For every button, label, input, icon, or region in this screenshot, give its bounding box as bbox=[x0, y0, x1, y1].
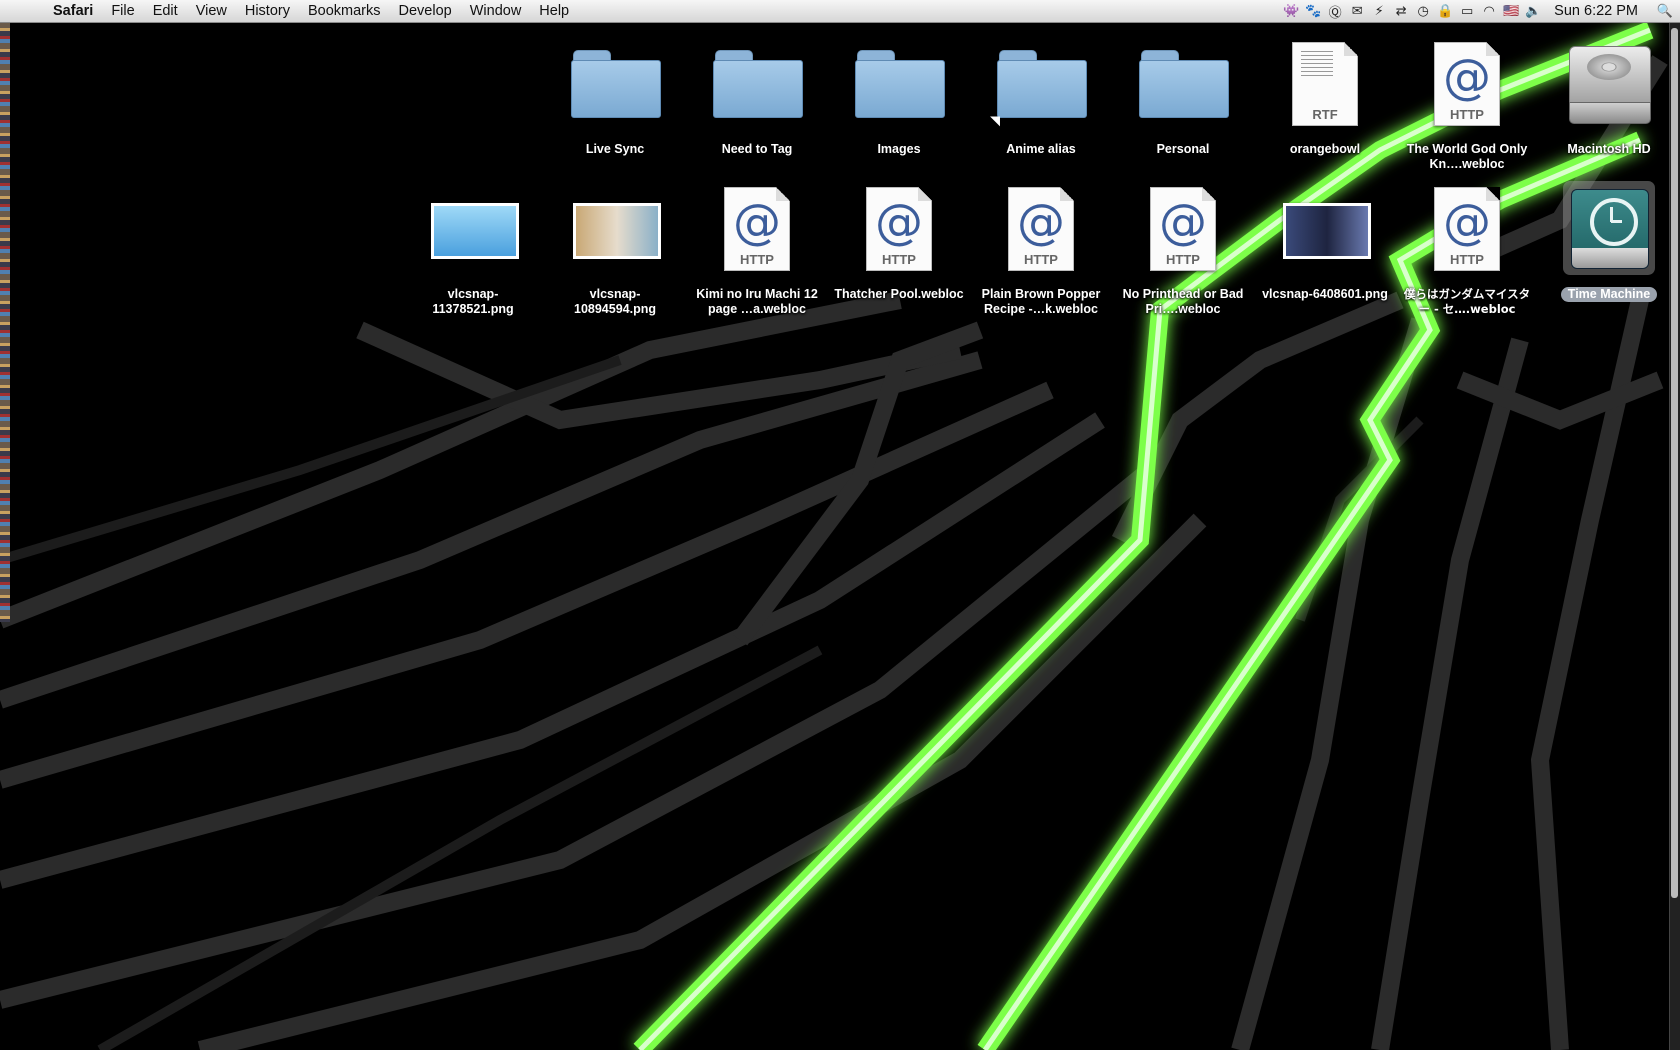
hard-disk-icon bbox=[1569, 46, 1651, 124]
webloc-icon: @ HTTP bbox=[866, 187, 932, 271]
item-label: Thatcher Pool.webloc bbox=[834, 287, 964, 301]
webloc-icon: @ HTTP bbox=[1008, 187, 1074, 271]
desktop-item-personal[interactable]: Personal bbox=[1118, 40, 1248, 157]
desktop-item-popper-recipe-webloc[interactable]: @ HTTP Plain Brown Popper Recipe -…k.webl… bbox=[976, 185, 1106, 317]
menu-view[interactable]: View bbox=[187, 0, 236, 22]
item-label: Time Machine bbox=[1560, 287, 1658, 302]
menu-app-safari[interactable]: Safari bbox=[44, 0, 102, 22]
scrollbar-thumb[interactable] bbox=[1671, 28, 1678, 898]
item-label: orangebowl bbox=[1289, 142, 1361, 156]
image-thumbnail-icon bbox=[431, 203, 519, 259]
desktop-item-images[interactable]: Images bbox=[834, 40, 964, 157]
dock[interactable] bbox=[0, 22, 10, 622]
menu-develop[interactable]: Develop bbox=[390, 0, 461, 22]
volume-icon[interactable]: 🔈 bbox=[1522, 0, 1544, 22]
vertical-scrollbar[interactable] bbox=[1669, 22, 1680, 1050]
menu-window[interactable]: Window bbox=[461, 0, 531, 22]
dropbox-icon[interactable]: ⚡ bbox=[1368, 0, 1390, 22]
folder-icon bbox=[713, 50, 803, 118]
mail-icon[interactable]: ✉ bbox=[1346, 0, 1368, 22]
item-label: vlcsnap-10894594.png bbox=[574, 287, 656, 316]
desktop-item-time-machine[interactable]: Time Machine bbox=[1544, 181, 1674, 303]
alien-icon[interactable]: 👾 bbox=[1280, 0, 1302, 22]
desktop-item-thatcher-pool-webloc[interactable]: @ HTTP Thatcher Pool.webloc bbox=[834, 185, 964, 302]
item-label: vlcsnap-11378521.png bbox=[432, 287, 514, 316]
item-label: No Printhead or Bad Pri….webloc bbox=[1122, 287, 1244, 316]
menu-history[interactable]: History bbox=[236, 0, 299, 22]
desktop-item-printhead-webloc[interactable]: @ HTTP No Printhead or Bad Pri….webloc bbox=[1118, 185, 1248, 317]
webloc-icon: @ HTTP bbox=[1434, 42, 1500, 126]
growl-icon[interactable]: 🐾 bbox=[1302, 0, 1324, 22]
item-label: Anime alias bbox=[1006, 142, 1076, 156]
quicksilver-icon[interactable]: Ⓠ bbox=[1324, 0, 1346, 22]
status-area: 👾 🐾 Ⓠ ✉ ⚡ ⇄ ◷ 🔒 ▭ ◠ 🇺🇸 🔈 Sun 6:22 PM 🔍 bbox=[1280, 0, 1680, 22]
item-label: Plain Brown Popper Recipe -…k.webloc bbox=[981, 287, 1101, 316]
desktop-item-vlcsnap-11378521[interactable]: vlcsnap-11378521.png bbox=[408, 185, 538, 317]
wifi-icon[interactable]: ◠ bbox=[1478, 0, 1500, 22]
item-label: Need to Tag bbox=[721, 142, 793, 156]
folder-alias-icon bbox=[997, 50, 1087, 118]
item-label: Macintosh HD bbox=[1567, 142, 1651, 156]
webloc-icon: @ HTTP bbox=[1434, 187, 1500, 271]
item-label: vlcsnap-6408601.png bbox=[1262, 287, 1388, 301]
flag-icon[interactable]: 🇺🇸 bbox=[1500, 0, 1522, 22]
desktop-item-vlcsnap-6408601[interactable]: vlcsnap-6408601.png bbox=[1260, 185, 1390, 302]
menu-edit[interactable]: Edit bbox=[144, 0, 187, 22]
time-machine-icon[interactable]: ◷ bbox=[1412, 0, 1434, 22]
menu-bar: Safari File Edit View History Bookmarks … bbox=[0, 0, 1680, 23]
desktop-item-world-god-webloc[interactable]: @ HTTP The World God Only Kn….webloc bbox=[1402, 40, 1532, 172]
desktop-item-live-sync[interactable]: Live Sync bbox=[550, 40, 680, 157]
desktop-item-kimi-no-iru-machi-webloc[interactable]: @ HTTP Kimi no Iru Machi 12 page …a.weblo… bbox=[692, 185, 822, 317]
menubar-clock[interactable]: Sun 6:22 PM bbox=[1544, 3, 1650, 19]
menu-help[interactable]: Help bbox=[530, 0, 578, 22]
lock-icon[interactable]: 🔒 bbox=[1434, 0, 1456, 22]
item-label: Personal bbox=[1156, 142, 1210, 156]
webloc-icon: @ HTTP bbox=[1150, 187, 1216, 271]
desktop-item-gundam-meister-webloc[interactable]: @ HTTP 僕らはガンダムマイスター - セ….webloc bbox=[1402, 185, 1532, 317]
spotlight-search-icon[interactable]: 🔍 bbox=[1650, 0, 1680, 22]
webloc-icon: @ HTTP bbox=[724, 187, 790, 271]
item-label: Images bbox=[877, 142, 921, 156]
folder-icon bbox=[1139, 50, 1229, 118]
time-machine-disk-icon bbox=[1571, 189, 1649, 269]
item-label: 僕らはガンダムマイスター - セ….webloc bbox=[1403, 287, 1531, 316]
item-label: Live Sync bbox=[585, 142, 645, 156]
desktop-item-anime-alias[interactable]: Anime alias bbox=[976, 40, 1106, 157]
desktop-item-vlcsnap-10894594[interactable]: vlcsnap-10894594.png bbox=[550, 185, 680, 317]
battery-icon[interactable]: ▭ bbox=[1456, 0, 1478, 22]
desktop-item-macintosh-hd[interactable]: Macintosh HD bbox=[1544, 40, 1674, 157]
folder-icon bbox=[571, 50, 661, 118]
menu-bookmarks[interactable]: Bookmarks bbox=[299, 0, 390, 22]
item-label: Kimi no Iru Machi 12 page …a.webloc bbox=[696, 287, 818, 316]
desktop-item-need-to-tag[interactable]: Need to Tag bbox=[692, 40, 822, 157]
image-thumbnail-icon bbox=[573, 203, 661, 259]
folder-icon bbox=[855, 50, 945, 118]
sync-icon[interactable]: ⇄ bbox=[1390, 0, 1412, 22]
rtf-document-icon: RTF bbox=[1292, 42, 1358, 126]
desktop-item-orangebowl[interactable]: RTF orangebowl bbox=[1260, 40, 1390, 157]
item-label: The World God Only Kn….webloc bbox=[1406, 142, 1528, 171]
menu-file[interactable]: File bbox=[102, 0, 143, 22]
image-thumbnail-icon bbox=[1283, 203, 1371, 259]
